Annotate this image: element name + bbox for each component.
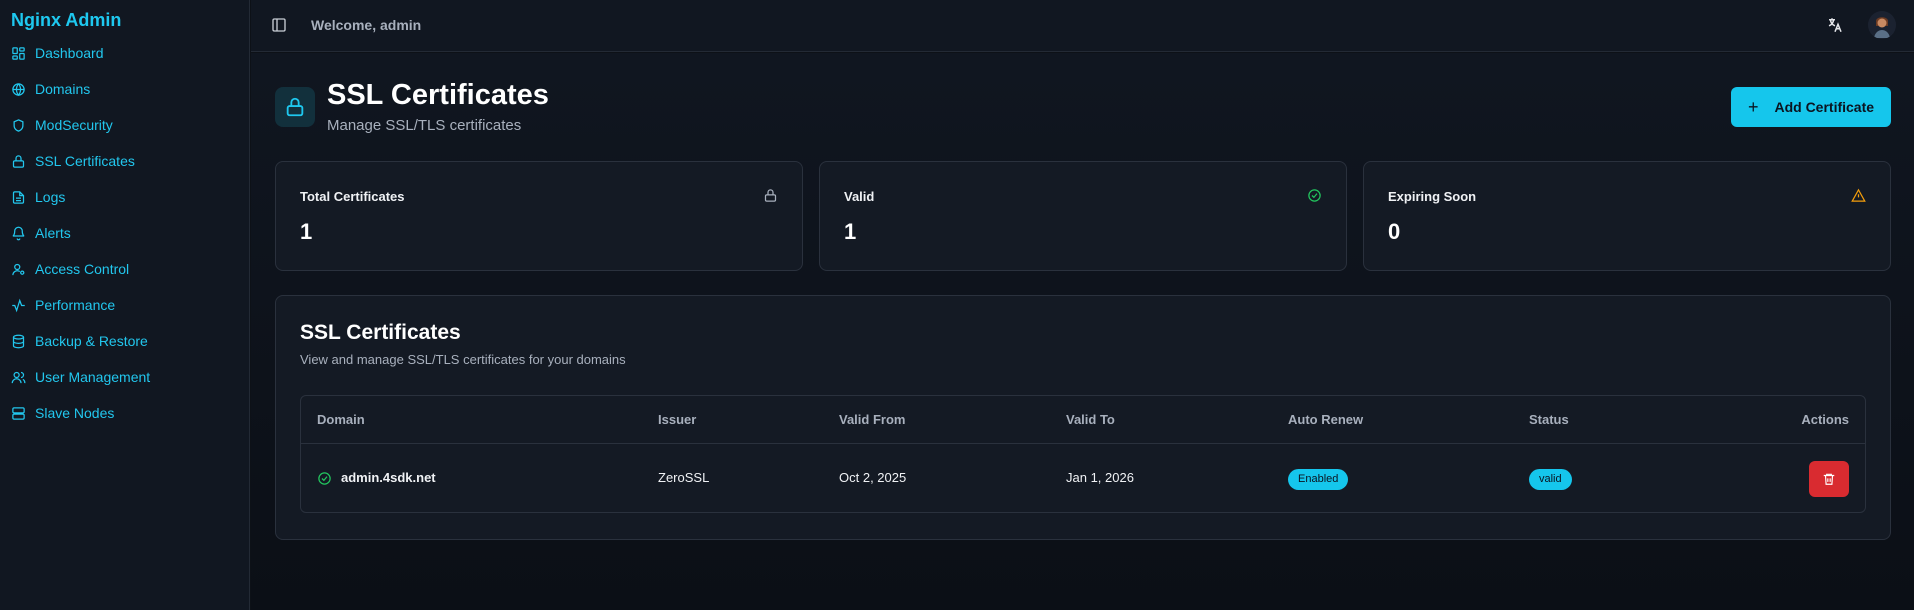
sidebar-item-label: SSL Certificates: [35, 153, 135, 169]
sidebar-item-modsecurity[interactable]: ModSecurity: [0, 107, 250, 143]
user-avatar[interactable]: [1868, 11, 1896, 39]
app-brand[interactable]: Nginx Admin: [11, 10, 121, 31]
sidebar: Nginx Admin Dashboard Domains ModSecurit…: [0, 0, 250, 610]
cell-domain: admin.4sdk.net: [341, 470, 436, 485]
sidebar-item-slave-nodes[interactable]: Slave Nodes: [0, 395, 250, 431]
sidebar-item-domains[interactable]: Domains: [0, 71, 250, 107]
stat-card-expiring: Expiring Soon 0: [1363, 161, 1891, 271]
column-header-domain: Domain: [317, 412, 365, 427]
sidebar-item-label: Slave Nodes: [35, 405, 115, 421]
column-header-issuer: Issuer: [658, 412, 697, 427]
auto-renew-badge: Enabled: [1288, 469, 1349, 490]
welcome-text: Welcome, admin: [311, 17, 422, 33]
certificates-panel: SSL Certificates View and manage SSL/TLS…: [275, 295, 1891, 540]
certificates-table: Domain Issuer Valid From Valid To Auto R…: [300, 395, 1866, 513]
sidebar-item-user-management[interactable]: User Management: [0, 359, 250, 395]
delete-certificate-button[interactable]: [1809, 461, 1849, 497]
lock-icon: [286, 97, 304, 117]
cell-issuer: ZeroSSL: [658, 470, 710, 485]
stat-label: Expiring Soon: [1388, 189, 1477, 204]
stat-card-valid: Valid 1: [819, 161, 1347, 271]
dashboard-icon: [12, 46, 25, 60]
stat-label: Valid: [844, 189, 875, 204]
warning-icon: [1851, 188, 1866, 202]
cell-valid-from: Oct 2, 2025: [839, 470, 907, 485]
plus-icon: +: [1747, 96, 1759, 117]
avatar-icon: [1868, 11, 1896, 39]
column-header-actions: Actions: [1801, 412, 1849, 427]
column-header-valid-to: Valid To: [1066, 412, 1115, 427]
sidebar-item-ssl-certificates[interactable]: SSL Certificates: [0, 143, 250, 179]
sidebar-item-label: Backup & Restore: [35, 333, 148, 349]
globe-icon: [12, 82, 25, 96]
page-title: SSL Certificates: [327, 79, 549, 111]
sidebar-item-label: Alerts: [35, 225, 71, 241]
column-header-valid-from: Valid From: [839, 412, 906, 427]
page-icon-container: [275, 87, 315, 127]
bell-icon: [12, 226, 25, 240]
sidebar-item-label: User Management: [35, 369, 151, 385]
check-circle-icon: [1308, 189, 1321, 202]
sidebar-item-label: Performance: [35, 297, 116, 313]
stat-label: Total Certificates: [300, 189, 405, 204]
server-icon: [12, 406, 25, 420]
table-header: Domain Issuer Valid From Valid To Auto R…: [301, 396, 1865, 444]
users-icon: [11, 371, 26, 383]
top-bar: Welcome, admin: [251, 0, 1914, 52]
translate-icon[interactable]: [1826, 16, 1844, 34]
status-badge: valid: [1529, 469, 1572, 490]
sidebar-item-access-control[interactable]: Access Control: [0, 251, 250, 287]
sidebar-toggle-icon[interactable]: [271, 17, 287, 33]
sidebar-item-label: Logs: [35, 189, 66, 205]
add-certificate-button[interactable]: + Add Certificate: [1731, 87, 1891, 127]
sidebar-item-backup-restore[interactable]: Backup & Restore: [0, 323, 250, 359]
stat-value: 0: [1388, 219, 1401, 244]
sidebar-item-label: Access Control: [35, 261, 130, 277]
sidebar-item-dashboard[interactable]: Dashboard: [0, 35, 250, 71]
add-certificate-label: Add Certificate: [1774, 99, 1875, 115]
main-content: SSL Certificates Manage SSL/TLS certific…: [251, 53, 1914, 610]
panel-subtitle: View and manage SSL/TLS certificates for…: [300, 352, 626, 367]
column-header-auto-renew: Auto Renew: [1288, 412, 1364, 427]
sidebar-item-label: ModSecurity: [35, 117, 113, 133]
sidebar-item-label: Domains: [35, 81, 91, 97]
user-key-icon: [12, 263, 25, 275]
file-text-icon: [12, 190, 25, 204]
stat-value: 1: [300, 219, 313, 244]
column-header-status: Status: [1529, 412, 1569, 427]
trash-icon: [1823, 473, 1835, 485]
shield-icon: [13, 118, 24, 132]
table-row: admin.4sdk.net ZeroSSL Oct 2, 2025 Jan 1…: [301, 445, 1865, 512]
sidebar-item-label: Dashboard: [35, 45, 104, 61]
check-circle-icon: [318, 472, 331, 485]
lock-icon: [12, 154, 25, 168]
panel-title: SSL Certificates: [300, 321, 461, 344]
sidebar-nav: Dashboard Domains ModSecurity SSL Certif…: [0, 35, 250, 431]
activity-icon: [12, 298, 25, 312]
page-subtitle: Manage SSL/TLS certificates: [327, 117, 522, 134]
stat-card-total: Total Certificates 1: [275, 161, 803, 271]
sidebar-item-performance[interactable]: Performance: [0, 287, 250, 323]
sidebar-item-alerts[interactable]: Alerts: [0, 215, 250, 251]
cell-valid-to: Jan 1, 2026: [1066, 470, 1134, 485]
lock-icon: [764, 189, 777, 202]
sidebar-item-logs[interactable]: Logs: [0, 179, 250, 215]
stat-value: 1: [844, 219, 857, 244]
database-icon: [12, 334, 25, 348]
